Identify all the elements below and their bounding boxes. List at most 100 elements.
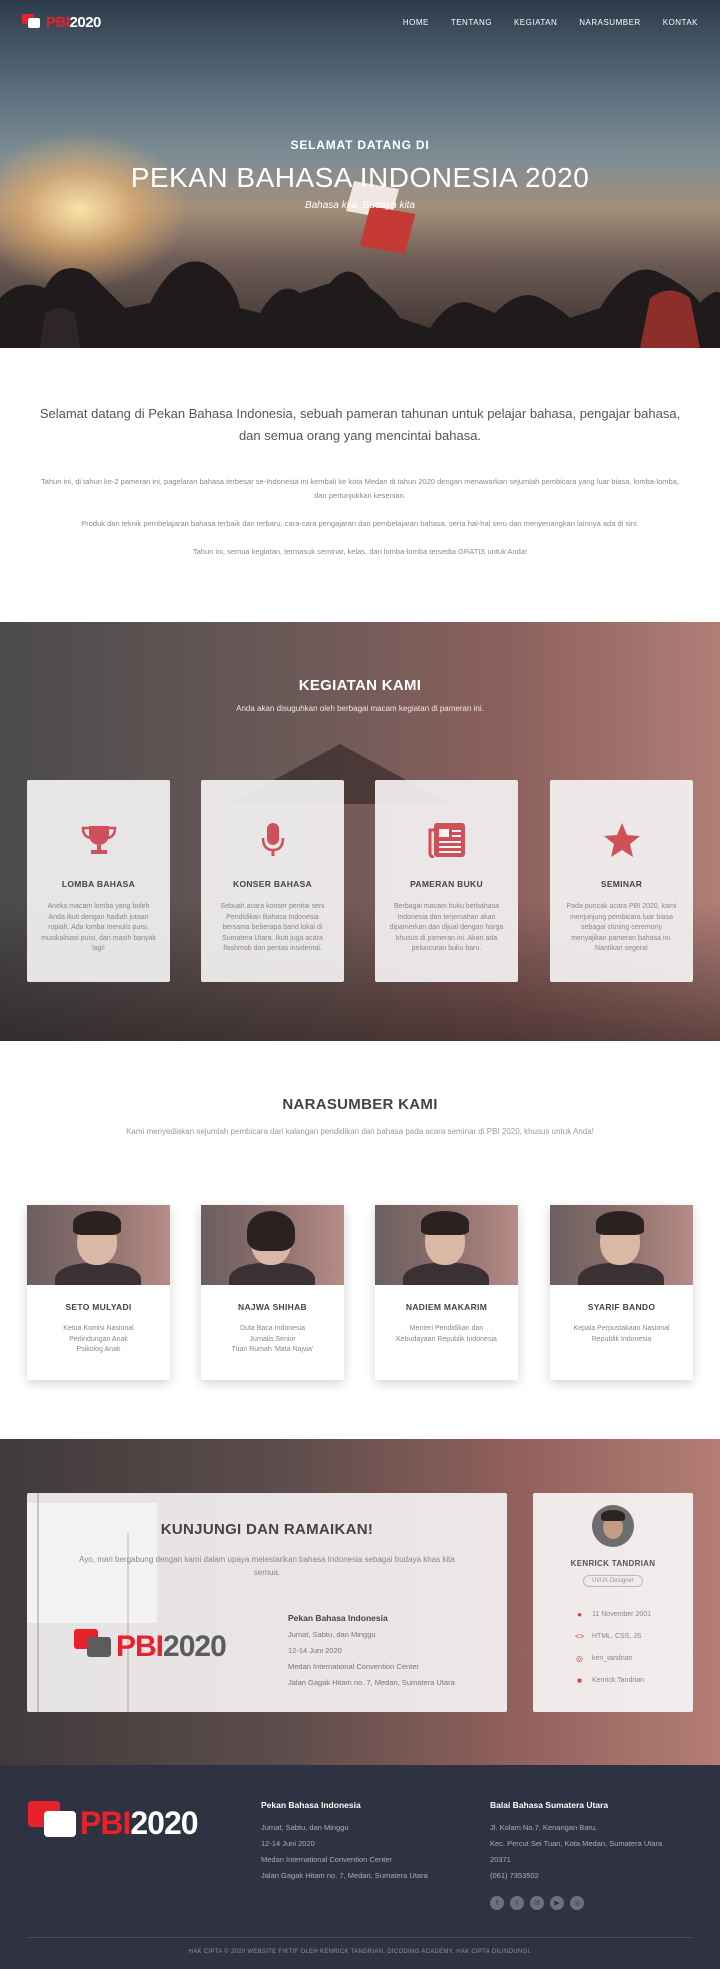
footer-divider [28, 1937, 692, 1938]
event-logo: PBI2020 [74, 1629, 227, 1665]
visit-section: KUNJUNGI DAN RAMAIKAN! Ayo, mari bergabu… [0, 1439, 720, 1765]
event-address: Jalan Gagak Hitam no. 7, Medan, Sumatera… [288, 1678, 455, 1687]
footer-event-address: Jalan Gagak Hitam no. 7, Medan, Sumatera… [261, 1871, 428, 1880]
speakers-desc: Kami menyediakan sejumlah pembicara dari… [126, 1127, 594, 1136]
facebook-icon[interactable]: f [490, 1896, 504, 1910]
email-icon[interactable]: ✉ [530, 1896, 544, 1910]
chat-bubbles-icon [28, 1801, 80, 1845]
menu-item-kegiatan[interactable]: KEGIATAN [514, 18, 557, 27]
twitter-icon[interactable]: t [510, 1896, 524, 1910]
footer-logo[interactable]: PBI2020 [28, 1801, 199, 1845]
author-linkedin[interactable]: ■ Kenrick Tandrian [575, 1669, 693, 1691]
star-icon [564, 810, 679, 870]
avatar [592, 1505, 634, 1547]
speaker-card: SETO MULYADI Ketua Komisi Nasional Perlin… [27, 1205, 170, 1380]
visit-title: KUNJUNGI DAN RAMAIKAN! [160, 1521, 374, 1538]
activity-card: SEMINAR Pada puncak acara PBI 2020, kami… [550, 780, 693, 982]
copyright: HAK CIPTA © 2020 WEBSITE FIKTIF OLEH KEN… [188, 1949, 532, 1955]
visit-desc: Ayo, mari bergabung dengan kami dalam up… [79, 1555, 455, 1577]
site-logo[interactable]: PBI2020 [22, 14, 101, 31]
hero-tagline: Bahasa kita, Budaya kita [304, 200, 416, 211]
speaker-role: Kepala Perpustakaan Nasional Republik Ind… [573, 1325, 670, 1343]
navbar: PBI2020 HOME TENTANG KEGIATAN NARASUMBER… [0, 0, 720, 44]
about-paragraph-2: Produk dan teknik pembelajaran bahasa te… [81, 519, 639, 528]
footer-event-dates: 12-14 Juni 2020 [261, 1839, 315, 1848]
speaker-photo [375, 1205, 518, 1285]
visit-card: KUNJUNGI DAN RAMAIKAN! Ayo, mari bergabu… [27, 1493, 507, 1712]
page: PBI2020 HOME TENTANG KEGIATAN NARASUMBER… [0, 0, 720, 1969]
author-name: KENRICK TANDRIAN [570, 1559, 656, 1568]
activity-text: Berbagai macam buku berbahasa Indonesia … [389, 903, 504, 952]
speaker-role: Duta Baca Indonesia Jurnalis Senior Tuan R… [231, 1325, 314, 1353]
speaker-name: NADIEM MAKARIM [405, 1302, 488, 1312]
social-links: f t ✉ ▶ ◎ [490, 1896, 584, 1910]
event-days: Jumat, Sabtu, dan Minggu [288, 1630, 376, 1639]
event-venue: Medan International Convention Center [288, 1662, 419, 1671]
event-dates: 12-14 Juni 2020 [288, 1646, 342, 1655]
logo-text: PBI2020 [46, 13, 101, 31]
crowd-silhouette [0, 261, 720, 348]
footer-address-1: Jl. Kolam No.7, Kenangan Baru, [490, 1823, 598, 1832]
activity-title: SEMINAR [600, 879, 643, 889]
author-card: KENRICK TANDRIAN UI/UX Designer ● 11 Nove… [533, 1493, 693, 1712]
speaker-name: SETO MULYADI [65, 1302, 132, 1312]
author-details: ● 11 November 2001 <> HTML, CSS, JS ◎ ken_t… [533, 1603, 693, 1691]
hero-text: SELAMAT DATANG DI PEKAN BAHASA INDONESIA… [0, 138, 720, 211]
instagram-icon[interactable]: ◎ [570, 1896, 584, 1910]
hero-subtitle: SELAMAT DATANG DI [290, 138, 430, 152]
about-lead: Selamat datang di Pekan Bahasa Indonesia… [39, 406, 681, 443]
about-section: Selamat datang di Pekan Bahasa Indonesia… [0, 348, 720, 622]
footer-phone: (061) 7353502 [490, 1871, 539, 1880]
footer-event-venue: Medan International Convention Center [261, 1855, 392, 1864]
footer-address-2: Kec. Percut Sei Tuan, Kota Medan, Sumate… [490, 1839, 663, 1848]
footer-contact-title: Balai Bahasa Sumatera Utara [490, 1800, 609, 1810]
about-paragraph-3: Tahun ini, semua kegiatan, termasuk semi… [192, 547, 528, 556]
speaker-photo [550, 1205, 693, 1285]
activity-text: Aneka macam lomba yang boleh Anda ikuti … [41, 903, 156, 952]
speaker-card: SYARIF BANDO Kepala Perpustakaan Nasiona… [550, 1205, 693, 1380]
activity-card: PAMERAN BUKU Berbagai macam buku berbaha… [375, 780, 518, 982]
newspaper-icon [389, 810, 504, 870]
speaker-card: NAJWA SHIHAB Duta Baca Indonesia Jurnalis… [201, 1205, 344, 1380]
event-info: Pekan Bahasa Indonesia Jumat, Sabtu, dan… [288, 1613, 455, 1687]
footer-event-info: Pekan Bahasa Indonesia Jumat, Sabtu, dan… [261, 1800, 428, 1880]
speaker-name: NAJWA SHIHAB [238, 1302, 307, 1312]
activity-text: Pada puncak acara PBI 2020, kami menjunj… [566, 903, 677, 952]
trophy-icon [41, 810, 156, 870]
youtube-icon[interactable]: ▶ [550, 1896, 564, 1910]
footer: PBI2020 Pekan Bahasa Indonesia Jumat, Sa… [0, 1765, 720, 1969]
activities-desc: Anda akan disuguhkan oleh berbagai macam… [236, 704, 484, 713]
birthday-icon: ● [577, 1609, 582, 1619]
speakers-title: NARASUMBER KAMI [282, 1096, 438, 1113]
microphone-icon [215, 810, 330, 870]
activities-title: KEGIATAN KAMI [298, 677, 422, 694]
speaker-photo [27, 1205, 170, 1285]
author-birthday: ● 11 November 2001 [575, 1603, 693, 1625]
chat-bubbles-icon [22, 14, 44, 30]
code-icon: <> [574, 1631, 585, 1641]
activity-card: LOMBA BAHASA Aneka macam lomba yang bole… [27, 780, 170, 982]
menu-item-home[interactable]: HOME [403, 18, 429, 27]
about-paragraph-1: Tahun ini, di tahun ke-2 pameran ini, pa… [41, 477, 679, 500]
activities-section: KEGIATAN KAMI Anda akan disuguhkan oleh … [0, 622, 720, 1041]
author-role-badge: UI/UX Designer [583, 1575, 643, 1587]
activity-title: PAMERAN BUKU [410, 879, 483, 889]
menu-item-tentang[interactable]: TENTANG [451, 18, 492, 27]
footer-event-title: Pekan Bahasa Indonesia [261, 1800, 361, 1810]
menu-item-narasumber[interactable]: NARASUMBER [579, 18, 640, 27]
activity-card: KONSER BAHASA Sebuah acara konser penita… [201, 780, 344, 982]
speaker-photo [201, 1205, 344, 1285]
footer-contact: Balai Bahasa Sumatera Utara Jl. Kolam No… [490, 1800, 662, 1880]
footer-event-days: Jumat, Sabtu, dan Minggu [261, 1823, 349, 1832]
speaker-name: SYARIF BANDO [587, 1302, 656, 1312]
menu-item-kontak[interactable]: KONTAK [663, 18, 698, 27]
activity-text: Sebuah acara konser penitai seni Pendidi… [220, 903, 325, 952]
main-menu: HOME TENTANG KEGIATAN NARASUMBER KONTAK [403, 18, 698, 27]
speaker-role: Ketua Komisi Nasional Perlindungan Anak Ps… [63, 1325, 134, 1353]
activity-title: LOMBA BAHASA [61, 879, 136, 889]
author-skills: <> HTML, CSS, JS [574, 1631, 642, 1641]
event-info-title: Pekan Bahasa Indonesia [288, 1613, 388, 1623]
speaker-role: Menteri Pendidikan dan Kebudayaan Republi… [396, 1325, 497, 1343]
author-instagram[interactable]: ◎ ken_tandrian [575, 1647, 693, 1669]
hero-title: PEKAN BAHASA INDONESIA 2020 [130, 162, 590, 193]
